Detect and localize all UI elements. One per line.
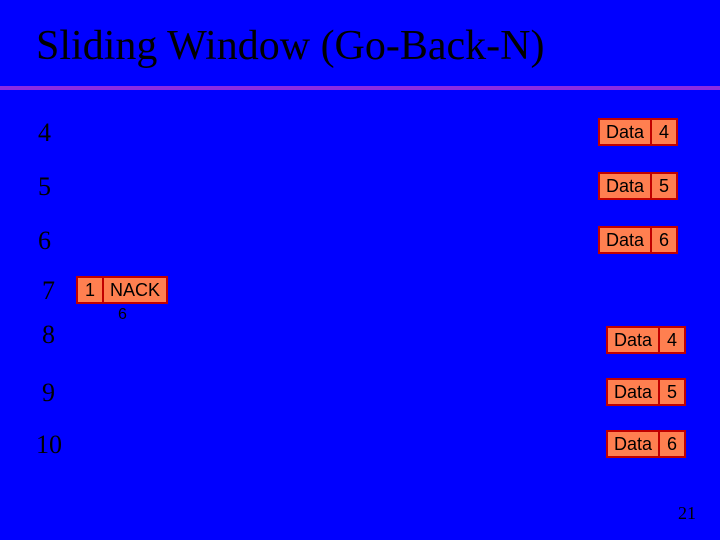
packet-type: Data — [598, 226, 652, 254]
packet-nack: 1 NACK — [76, 276, 168, 304]
time-label-6: 6 — [38, 226, 51, 256]
packet-data-4: Data 4 — [598, 118, 678, 146]
packet-data-4-retx: Data 4 — [606, 326, 686, 354]
time-label-5: 5 — [38, 172, 51, 202]
time-label-7: 7 — [42, 276, 55, 306]
packet-data-6: Data 6 — [598, 226, 678, 254]
packet-data-5: Data 5 — [598, 172, 678, 200]
time-label-9: 9 — [42, 378, 55, 408]
packet-seq: 5 — [652, 172, 678, 200]
packet-data-5-retx: Data 5 — [606, 378, 686, 406]
packet-seq: 4 — [652, 118, 678, 146]
packet-seq: 5 — [660, 378, 686, 406]
title-underline — [0, 86, 720, 90]
packet-type: Data — [606, 326, 660, 354]
packet-seq: 4 — [660, 326, 686, 354]
time-label-10: 10 — [36, 430, 62, 460]
packet-type: Data — [606, 430, 660, 458]
nack-seq-below: 6 — [118, 306, 127, 324]
packet-type: NACK — [104, 276, 168, 304]
slide-title: Sliding Window (Go-Back-N) — [36, 22, 544, 70]
time-label-4: 4 — [38, 118, 51, 148]
packet-type: Data — [606, 378, 660, 406]
time-label-8: 8 — [42, 320, 55, 350]
packet-type: Data — [598, 172, 652, 200]
slide-number: 21 — [678, 503, 696, 524]
packet-type: Data — [598, 118, 652, 146]
packet-seq: 6 — [652, 226, 678, 254]
packet-seq: 6 — [660, 430, 686, 458]
packet-seq: 1 — [76, 276, 104, 304]
packet-data-6-retx: Data 6 — [606, 430, 686, 458]
